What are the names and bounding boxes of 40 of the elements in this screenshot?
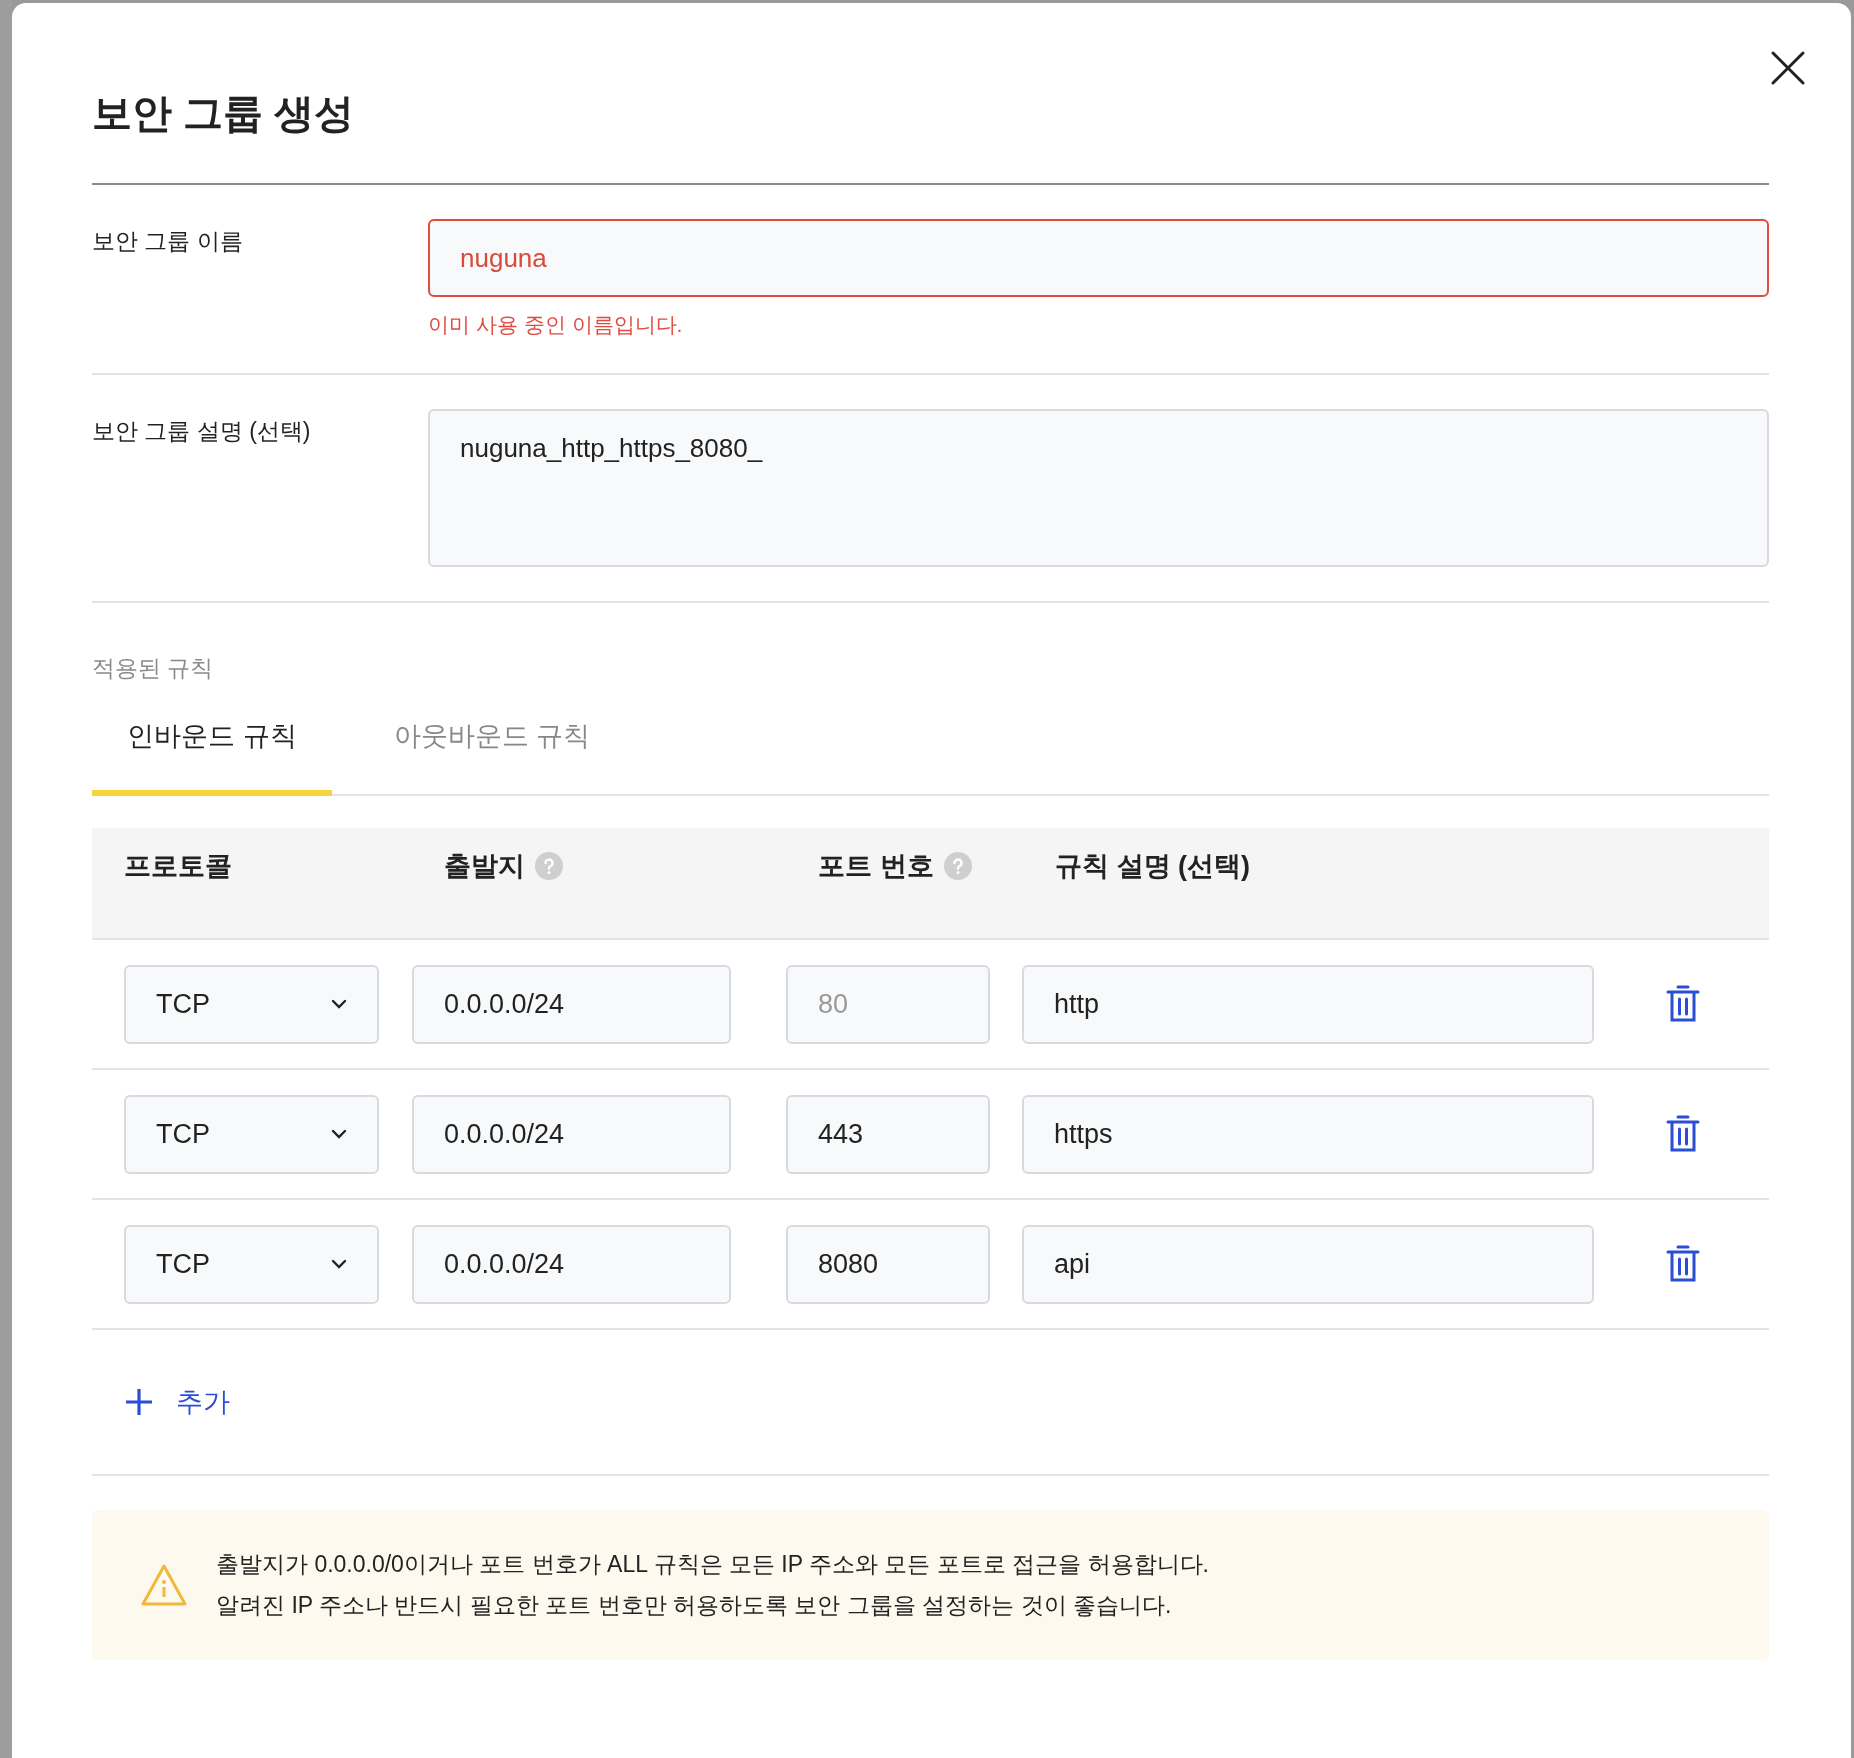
column-header: 포트 번호: [818, 850, 934, 883]
name-input-field[interactable]: nuguna: [428, 219, 1769, 297]
port-input-field[interactable]: 443: [786, 1094, 990, 1174]
source-input-field[interactable]: 0.0.0.0/24: [412, 1224, 731, 1304]
field-label: 보안 그룹 이름: [92, 227, 244, 256]
warning-text: 알려진 IP 주소나 반드시 필요한 포트 번호만 허용하도록 보안 그룹을 설정하는 것이 좋습니다.: [216, 1591, 1173, 1620]
close-button[interactable]: [1771, 51, 1805, 85]
add-rule-button[interactable]: 추가: [124, 1384, 230, 1420]
trash-icon: [1666, 1244, 1700, 1284]
protocol-dropdown[interactable]: TCP: [124, 1094, 379, 1174]
source-input-field[interactable]: 0.0.0.0/24: [412, 964, 731, 1044]
dialog-title: 보안 그룹 생성: [92, 90, 356, 137]
close-icon: [1771, 51, 1805, 85]
protocol-dropdown[interactable]: TCP: [124, 964, 379, 1044]
rule-description-field[interactable]: https: [1022, 1094, 1594, 1174]
tab[interactable]: 아웃바운드 규칙: [372, 708, 612, 796]
rule-description-field[interactable]: http: [1022, 964, 1594, 1044]
delete-button[interactable]: [1666, 1244, 1700, 1284]
column-header: 프로토콜: [124, 850, 232, 883]
column-header: 규칙 설명 (선택): [1055, 850, 1250, 883]
tab[interactable]: 인바운드 규칙: [92, 708, 332, 796]
protocol-dropdown[interactable]: TCP: [124, 1224, 379, 1304]
error-message: 이미 사용 중인 이름입니다.: [428, 312, 684, 338]
description-text-area[interactable]: nuguna_http_https_8080_: [428, 409, 1769, 567]
rule-description-field[interactable]: api: [1022, 1224, 1594, 1304]
source-input-field[interactable]: 0.0.0.0/24: [412, 1094, 731, 1174]
trash-icon: [1666, 1114, 1700, 1154]
delete-button[interactable]: [1666, 1114, 1700, 1154]
chevron-down-icon: [331, 1259, 347, 1269]
trash-icon: [1666, 984, 1700, 1024]
column-header: 출발지: [444, 850, 525, 883]
section-title: 적용된 규칙: [92, 654, 215, 683]
chevron-down-icon: [331, 999, 347, 1009]
port-input-field[interactable]: 8080: [786, 1224, 990, 1304]
warning-text: 출발지가 0.0.0.0/0이거나 포트 번호가 ALL 규칙은 모든 IP 주소와 모든 포트로 접근을 허용합니다.: [216, 1550, 1209, 1579]
delete-button[interactable]: [1666, 984, 1700, 1024]
chevron-down-icon: [331, 1129, 347, 1139]
warning-icon: [140, 1563, 188, 1607]
field-label: 보안 그룹 설명 (선택): [92, 417, 312, 446]
plus-icon: [124, 1387, 154, 1417]
